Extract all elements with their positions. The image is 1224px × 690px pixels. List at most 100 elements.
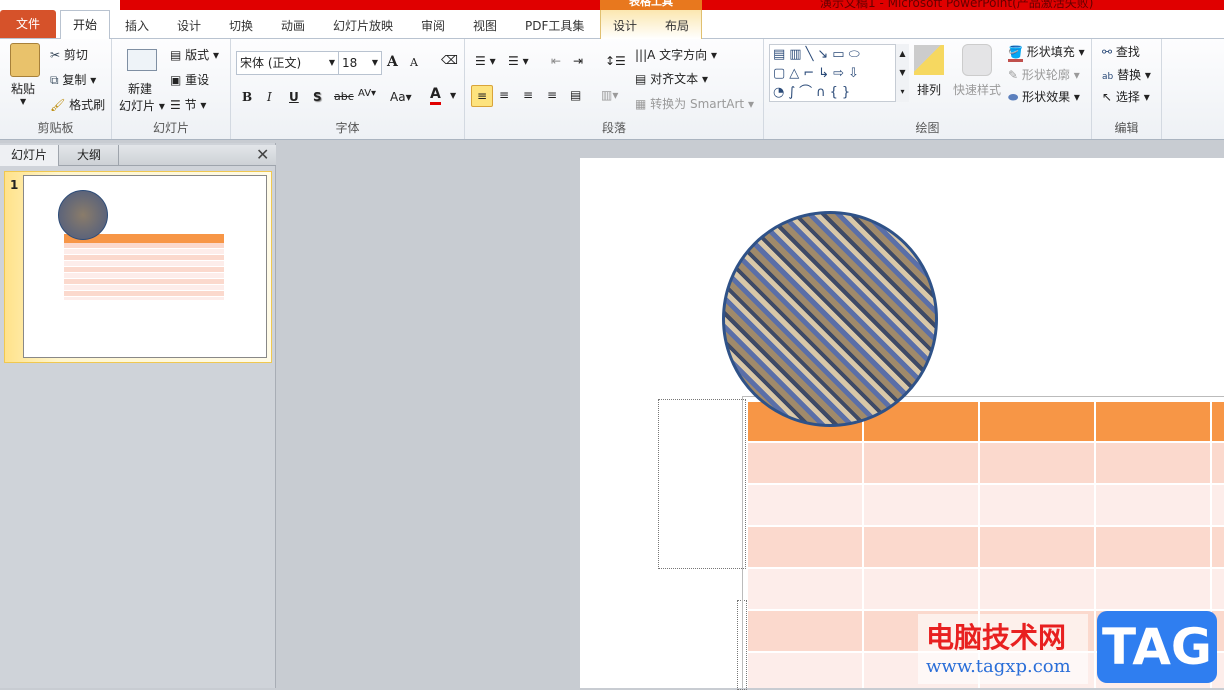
- shadow-button[interactable]: S: [313, 90, 322, 104]
- align-center-button[interactable]: ≡: [499, 88, 509, 102]
- replace-button[interactable]: 替换: [1117, 68, 1141, 82]
- group-label: 幻灯片: [152, 121, 189, 135]
- slide-thumbnail[interactable]: [23, 175, 267, 358]
- text-direction-button[interactable]: 文字方向: [659, 48, 707, 62]
- tab-view[interactable]: 视图: [473, 17, 497, 34]
- font-name-combo[interactable]: 宋体 (正文) ▼: [236, 51, 339, 75]
- select-button[interactable]: 选择: [1116, 90, 1140, 104]
- table-cell[interactable]: [1212, 527, 1224, 567]
- align-text-button[interactable]: 对齐文本: [650, 72, 698, 86]
- tab-table-design[interactable]: 设计: [613, 17, 637, 34]
- bullets-icon[interactable]: ☰ ▾: [475, 54, 496, 68]
- cut-button[interactable]: 剪切: [64, 48, 88, 62]
- table-cell[interactable]: [980, 527, 1094, 567]
- decrease-indent-icon[interactable]: ⇤: [551, 54, 561, 68]
- group-editing: ⚯ 查找 ab 替换 ▾ ↖ 选择 ▾ 编辑: [1092, 39, 1162, 139]
- table-cell[interactable]: [1212, 443, 1224, 483]
- section-button[interactable]: 节: [185, 98, 197, 112]
- convert-smartart-button[interactable]: 转换为 SmartArt: [650, 97, 744, 111]
- format-painter-button[interactable]: 格式刷: [69, 98, 105, 112]
- italic-button[interactable]: I: [267, 90, 272, 104]
- table-cell[interactable]: [864, 485, 978, 525]
- justify-button[interactable]: ≡: [547, 88, 557, 102]
- strikethrough-button[interactable]: abc: [334, 90, 354, 103]
- table-cell[interactable]: [864, 443, 978, 483]
- quick-styles-button[interactable]: 快速样式: [953, 81, 1001, 98]
- tab-table-layout[interactable]: 布局: [665, 17, 689, 34]
- table-cell[interactable]: [1212, 485, 1224, 525]
- char-spacing-button[interactable]: AV▾: [358, 88, 376, 99]
- increase-indent-icon[interactable]: ⇥: [573, 54, 583, 68]
- table-cell[interactable]: [748, 569, 862, 609]
- table-cell[interactable]: [864, 527, 978, 567]
- change-case-button[interactable]: Aa▾: [390, 90, 412, 104]
- table-header-cell[interactable]: [1212, 402, 1224, 441]
- copy-button[interactable]: 复制: [62, 73, 86, 87]
- tab-design[interactable]: 设计: [177, 17, 201, 34]
- numbering-icon[interactable]: ☰ ▾: [508, 54, 529, 68]
- table-cell[interactable]: [748, 527, 862, 567]
- tab-slides[interactable]: 幻灯片: [0, 145, 59, 166]
- reset-button[interactable]: 重设: [185, 73, 209, 87]
- table-cell[interactable]: [1096, 569, 1210, 609]
- tab-file[interactable]: 文件: [0, 10, 56, 38]
- font-size-combo[interactable]: 18 ▼: [338, 51, 382, 75]
- shapes-gallery[interactable]: ▤▥╲↘▭⬭ ▢△⌐↳⇨⇩ ◔∫⌒∩{}: [769, 44, 909, 102]
- align-left-button[interactable]: ≡: [471, 85, 493, 107]
- tab-pdf-tools[interactable]: PDF工具集: [525, 17, 584, 34]
- close-panel-icon[interactable]: ✕: [256, 145, 269, 165]
- paste-button[interactable]: 粘贴: [11, 80, 35, 97]
- tab-transitions[interactable]: 切换: [229, 17, 253, 34]
- table-cell[interactable]: [864, 569, 978, 609]
- ribbon: 粘贴 ▼ ✂ 剪切 ⧉ 复制 ▾ 🖌 格式刷 剪贴板 新建 幻灯片 ▾ ▤ 版式…: [0, 39, 1224, 140]
- shape-fill-button[interactable]: 形状填充: [1027, 45, 1075, 59]
- table-cell[interactable]: [980, 443, 1094, 483]
- underline-button[interactable]: U: [289, 90, 299, 104]
- bold-button[interactable]: B: [242, 90, 252, 104]
- table-cell[interactable]: [748, 443, 862, 483]
- line-spacing-icon[interactable]: ↕☰: [605, 54, 626, 68]
- distribute-button[interactable]: ▤: [570, 88, 581, 102]
- table-cell[interactable]: [1212, 569, 1224, 609]
- shrink-font-button[interactable]: A: [410, 56, 418, 69]
- circle-picture[interactable]: [722, 211, 938, 427]
- grow-font-button[interactable]: A: [387, 54, 398, 70]
- table-cell[interactable]: [748, 653, 862, 688]
- find-button[interactable]: 查找: [1116, 45, 1140, 59]
- tab-home[interactable]: 开始: [60, 10, 110, 40]
- placeholder-box[interactable]: [658, 399, 746, 569]
- section-icon: ☰: [170, 98, 181, 112]
- effects-icon: ⬬: [1008, 90, 1019, 104]
- new-slide-button[interactable]: 新建: [128, 80, 152, 97]
- table-cell[interactable]: [1096, 485, 1210, 525]
- table-cell[interactable]: [748, 485, 862, 525]
- shape-effects-button[interactable]: 形状效果: [1022, 90, 1070, 104]
- tab-review[interactable]: 审阅: [421, 17, 445, 34]
- change-case-label: Aa: [390, 90, 406, 104]
- table-cell[interactable]: [1096, 527, 1210, 567]
- gallery-scroll[interactable]: ▲ ▼ ▾: [895, 44, 909, 102]
- arrange-button[interactable]: 排列: [917, 81, 941, 98]
- table-cell[interactable]: [1096, 443, 1210, 483]
- tab-slideshow[interactable]: 幻灯片放映: [333, 17, 393, 34]
- smartart-icon: ▦: [635, 97, 647, 111]
- table-header-cell[interactable]: [980, 402, 1094, 441]
- clear-format-icon[interactable]: ⌫: [441, 53, 458, 67]
- font-size-value: 18: [342, 56, 358, 70]
- tab-animations[interactable]: 动画: [281, 17, 305, 34]
- table-header-cell[interactable]: [1096, 402, 1210, 441]
- thumbnail-table: [64, 234, 224, 300]
- columns-icon[interactable]: ▥▾: [601, 88, 618, 102]
- tab-outline[interactable]: 大纲: [60, 145, 119, 166]
- table-cell[interactable]: [980, 485, 1094, 525]
- table-cell[interactable]: [980, 569, 1094, 609]
- align-right-button[interactable]: ≡: [523, 88, 533, 102]
- new-slide-label[interactable]: 幻灯片: [119, 99, 155, 113]
- layout-button[interactable]: 版式: [185, 48, 209, 62]
- slide-number: 1: [10, 178, 19, 192]
- fill-bucket-icon: 🪣: [1008, 45, 1023, 62]
- font-color-button[interactable]: A: [430, 87, 441, 105]
- tab-insert[interactable]: 插入: [125, 17, 149, 34]
- table-cell[interactable]: [748, 611, 862, 651]
- shape-outline-button[interactable]: 形状轮廓: [1022, 68, 1070, 82]
